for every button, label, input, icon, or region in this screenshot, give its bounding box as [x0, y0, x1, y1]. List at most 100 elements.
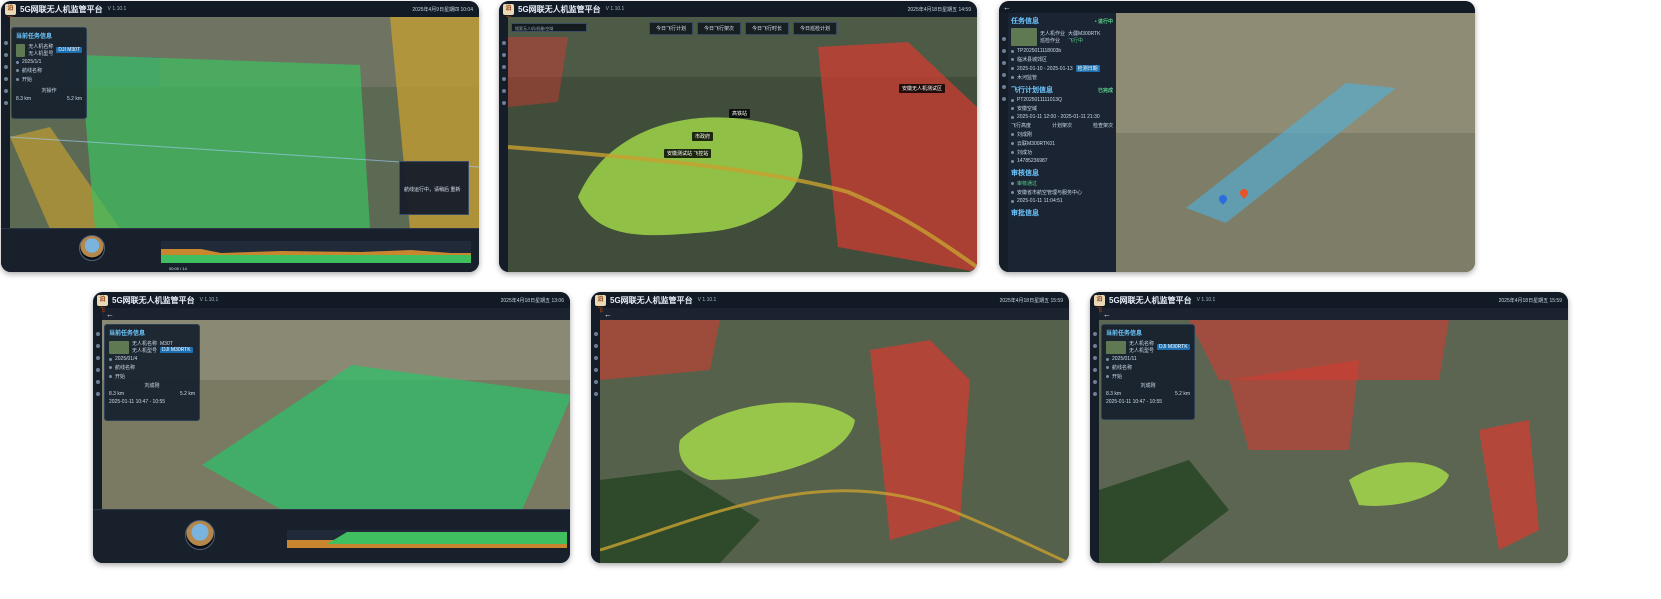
map-overlay	[1116, 13, 1475, 272]
drone-thumbnail	[1011, 28, 1037, 46]
title-bar: 泊车 5G网联无人机监管平台 V 1.10.1 2025年4月18日星期五 15…	[1090, 292, 1568, 314]
app-version: V 1.10.1	[605, 6, 625, 12]
card-route: 航线名称	[1112, 365, 1133, 371]
altitude-profile	[287, 530, 567, 548]
drone-tag-2: DJI M30RTK	[160, 347, 193, 353]
plan-status: 已完成	[1097, 87, 1113, 94]
plan-airspace: 安徽空域	[1017, 106, 1038, 112]
drone-thumbnail	[16, 43, 26, 57]
label-rail-station[interactable]: 高铁站	[729, 109, 751, 118]
review-authority: 安徽省市航空管理与服务中心	[1017, 190, 1083, 196]
title-bar: 泊车 5G网联无人机监管平台 V 1.10.1 2025年4月9日星期四 10:…	[1, 1, 479, 23]
card-status: 开始	[115, 374, 126, 380]
title-bar: 泊车 5G网联无人机监管平台 V 1.10.1 2025年4月18日星期五 13…	[93, 292, 570, 314]
card-route: 航线名称	[115, 365, 136, 371]
back-button[interactable]: ←	[1103, 310, 1111, 319]
search-placeholder: 搜索无人机/机巢/空域	[515, 26, 554, 31]
plan-section-title: 飞行计划信息 已完成	[1011, 87, 1113, 94]
card-title: 当前任务信息	[109, 331, 146, 337]
tab-flight-plans[interactable]: 今日飞行计划	[649, 22, 694, 35]
distance-a: 8.3 km	[1106, 391, 1122, 397]
distance-a: 8.3 km	[109, 391, 125, 397]
back-button[interactable]: ←	[106, 310, 114, 319]
title-bar: 泊车 5G网联无人机监管平台 V 1.10.1 2025年4月18日星期五 14…	[499, 1, 977, 23]
card-route: 航线名称	[22, 68, 43, 74]
tab-flight-duration[interactable]: 今日飞行时长	[745, 22, 790, 35]
sidebar[interactable]	[1090, 308, 1099, 563]
sidebar[interactable]	[499, 17, 508, 272]
card-status: 开始	[1112, 374, 1123, 380]
time-range: 2025-01-11 10:47 - 10:55	[1106, 399, 1163, 405]
back-button[interactable]: ←	[604, 310, 612, 319]
approval-section-title: 审批信息	[1011, 210, 1039, 217]
app-title: 5G网联无人机监管平台	[112, 295, 195, 305]
drone-thumbnail	[1106, 340, 1126, 354]
drone-model: 无人机型号	[28, 51, 54, 57]
task-type: 无人机作业	[1040, 31, 1066, 37]
label-city-hall[interactable]: 市政府	[692, 132, 714, 141]
review-time: 2025-01-11 11:04:51	[1017, 198, 1063, 204]
notice-popup: 航线运行中，请稍后 重新	[399, 161, 469, 215]
card-status: 开始	[22, 77, 33, 83]
flight-status: 飞行中	[1068, 38, 1084, 44]
title-bar: 泊车 5G网联无人机监管平台 V 1.10.1 2025年4月18日星期五 15…	[591, 292, 1069, 314]
label-test-zone[interactable]: 安徽无人机测试区	[899, 84, 946, 93]
app-logo: 泊车	[595, 294, 606, 314]
map-view[interactable]	[600, 320, 1069, 563]
tab-inspection-plans[interactable]: 今日巡检计划	[793, 22, 838, 35]
back-button[interactable]: ←	[1003, 3, 1011, 12]
sidebar[interactable]	[999, 13, 1008, 272]
drone-name: 无人机名称	[1129, 341, 1155, 347]
bottom-telemetry: 00:00 / 14	[1, 228, 479, 272]
operator-phone: 14785236987	[1017, 158, 1048, 164]
datetime: 2025年4月18日星期五 15:59	[999, 297, 1063, 304]
screenshot-flight-monitor-2: 泊车 5G网联无人机监管平台 V 1.10.1 2025年4月18日星期五 13…	[93, 292, 570, 563]
task-info-card: 当前任务信息 无人机名称 无人机型号 DJI M30RTK 2025/01/11 …	[1101, 324, 1195, 420]
distance-b: 5.2 km	[1174, 391, 1190, 397]
bottom-telemetry	[93, 509, 570, 563]
distance-a: 8.3 km	[16, 96, 32, 102]
drone-id: 云联M300RTK01	[1017, 141, 1055, 147]
label-test-station[interactable]: 安徽测试站 飞控站	[664, 149, 712, 158]
task-info-card: 当前任务信息 无人机名称 无人机型号 M30T DJI M30RTK 2025/01…	[104, 324, 200, 421]
distance-b: 5.2 km	[179, 391, 195, 397]
drone-tag: DJI M30T	[56, 47, 82, 53]
sidebar[interactable]	[591, 308, 600, 563]
pilot-name: 刘成刚	[1017, 132, 1033, 138]
card-title: 当前任务信息	[1106, 331, 1143, 337]
task-supervisor: 木河监管	[1017, 75, 1038, 81]
app-title: 5G网联无人机监管平台	[1109, 295, 1192, 305]
app-version: V 1.10.1	[199, 297, 219, 303]
datetime: 2025年4月18日星期五 13:06	[500, 297, 564, 304]
drone-name: 无人机名称	[132, 341, 158, 347]
tab-flight-sorties[interactable]: 今日飞行架次	[697, 22, 742, 35]
flight-zone-green	[80, 55, 370, 229]
app-version: V 1.10.1	[697, 297, 717, 303]
task-kind: 巡检作业	[1040, 38, 1061, 44]
map-view[interactable]	[508, 17, 977, 272]
plan-id: PT2025011111013Q	[1017, 97, 1062, 103]
task-info-card: 当前任务信息 无人机名称 无人机型号 DJI M30T 2025/1/1 航线名…	[11, 27, 87, 119]
card-title: 当前任务信息	[16, 34, 53, 40]
map-view[interactable]	[1116, 13, 1475, 272]
screenshot-3d-airspace: 泊车 5G网联无人机监管平台 V 1.10.1 2025年4月18日星期五 15…	[591, 292, 1069, 563]
screenshot-flight-monitor-1: 泊车 5G网联无人机监管平台 V 1.10.1 2025年4月9日星期四 10:…	[1, 1, 479, 272]
pilot-name: 刘操作	[41, 88, 57, 94]
task-area: 临沭县城郊区	[1017, 57, 1048, 63]
review-section-title: 审核信息	[1011, 170, 1039, 177]
stats-tabs: 今日飞行计划 今日飞行架次 今日飞行时长 今日巡检计划	[649, 22, 838, 35]
plan-checks: 检查架次	[1092, 123, 1113, 129]
search-input[interactable]: 搜索无人机/机巢/空域	[511, 23, 587, 32]
drone-tag: DJI M30RTK	[1157, 344, 1190, 350]
task-status: • 进行中	[1094, 18, 1113, 25]
app-title: 5G网联无人机监管平台	[20, 4, 103, 14]
datetime: 2025年4月9日星期四 10:04	[412, 6, 473, 13]
card-date: 2025/1/1	[22, 59, 42, 65]
drone-model: 无人机型号	[132, 348, 158, 354]
app-logo: 泊车	[97, 294, 108, 314]
card-date: 2025/01/11	[1112, 356, 1137, 362]
popup-text: 航线运行中，请稍后 重新	[404, 187, 461, 193]
screenshot-flight-monitor-3: 泊车 5G网联无人机监管平台 V 1.10.1 2025年4月18日星期五 15…	[1090, 292, 1568, 563]
map-overlay	[508, 17, 977, 272]
task-period: 2025-01-10 - 2025-01-13	[1017, 65, 1073, 72]
